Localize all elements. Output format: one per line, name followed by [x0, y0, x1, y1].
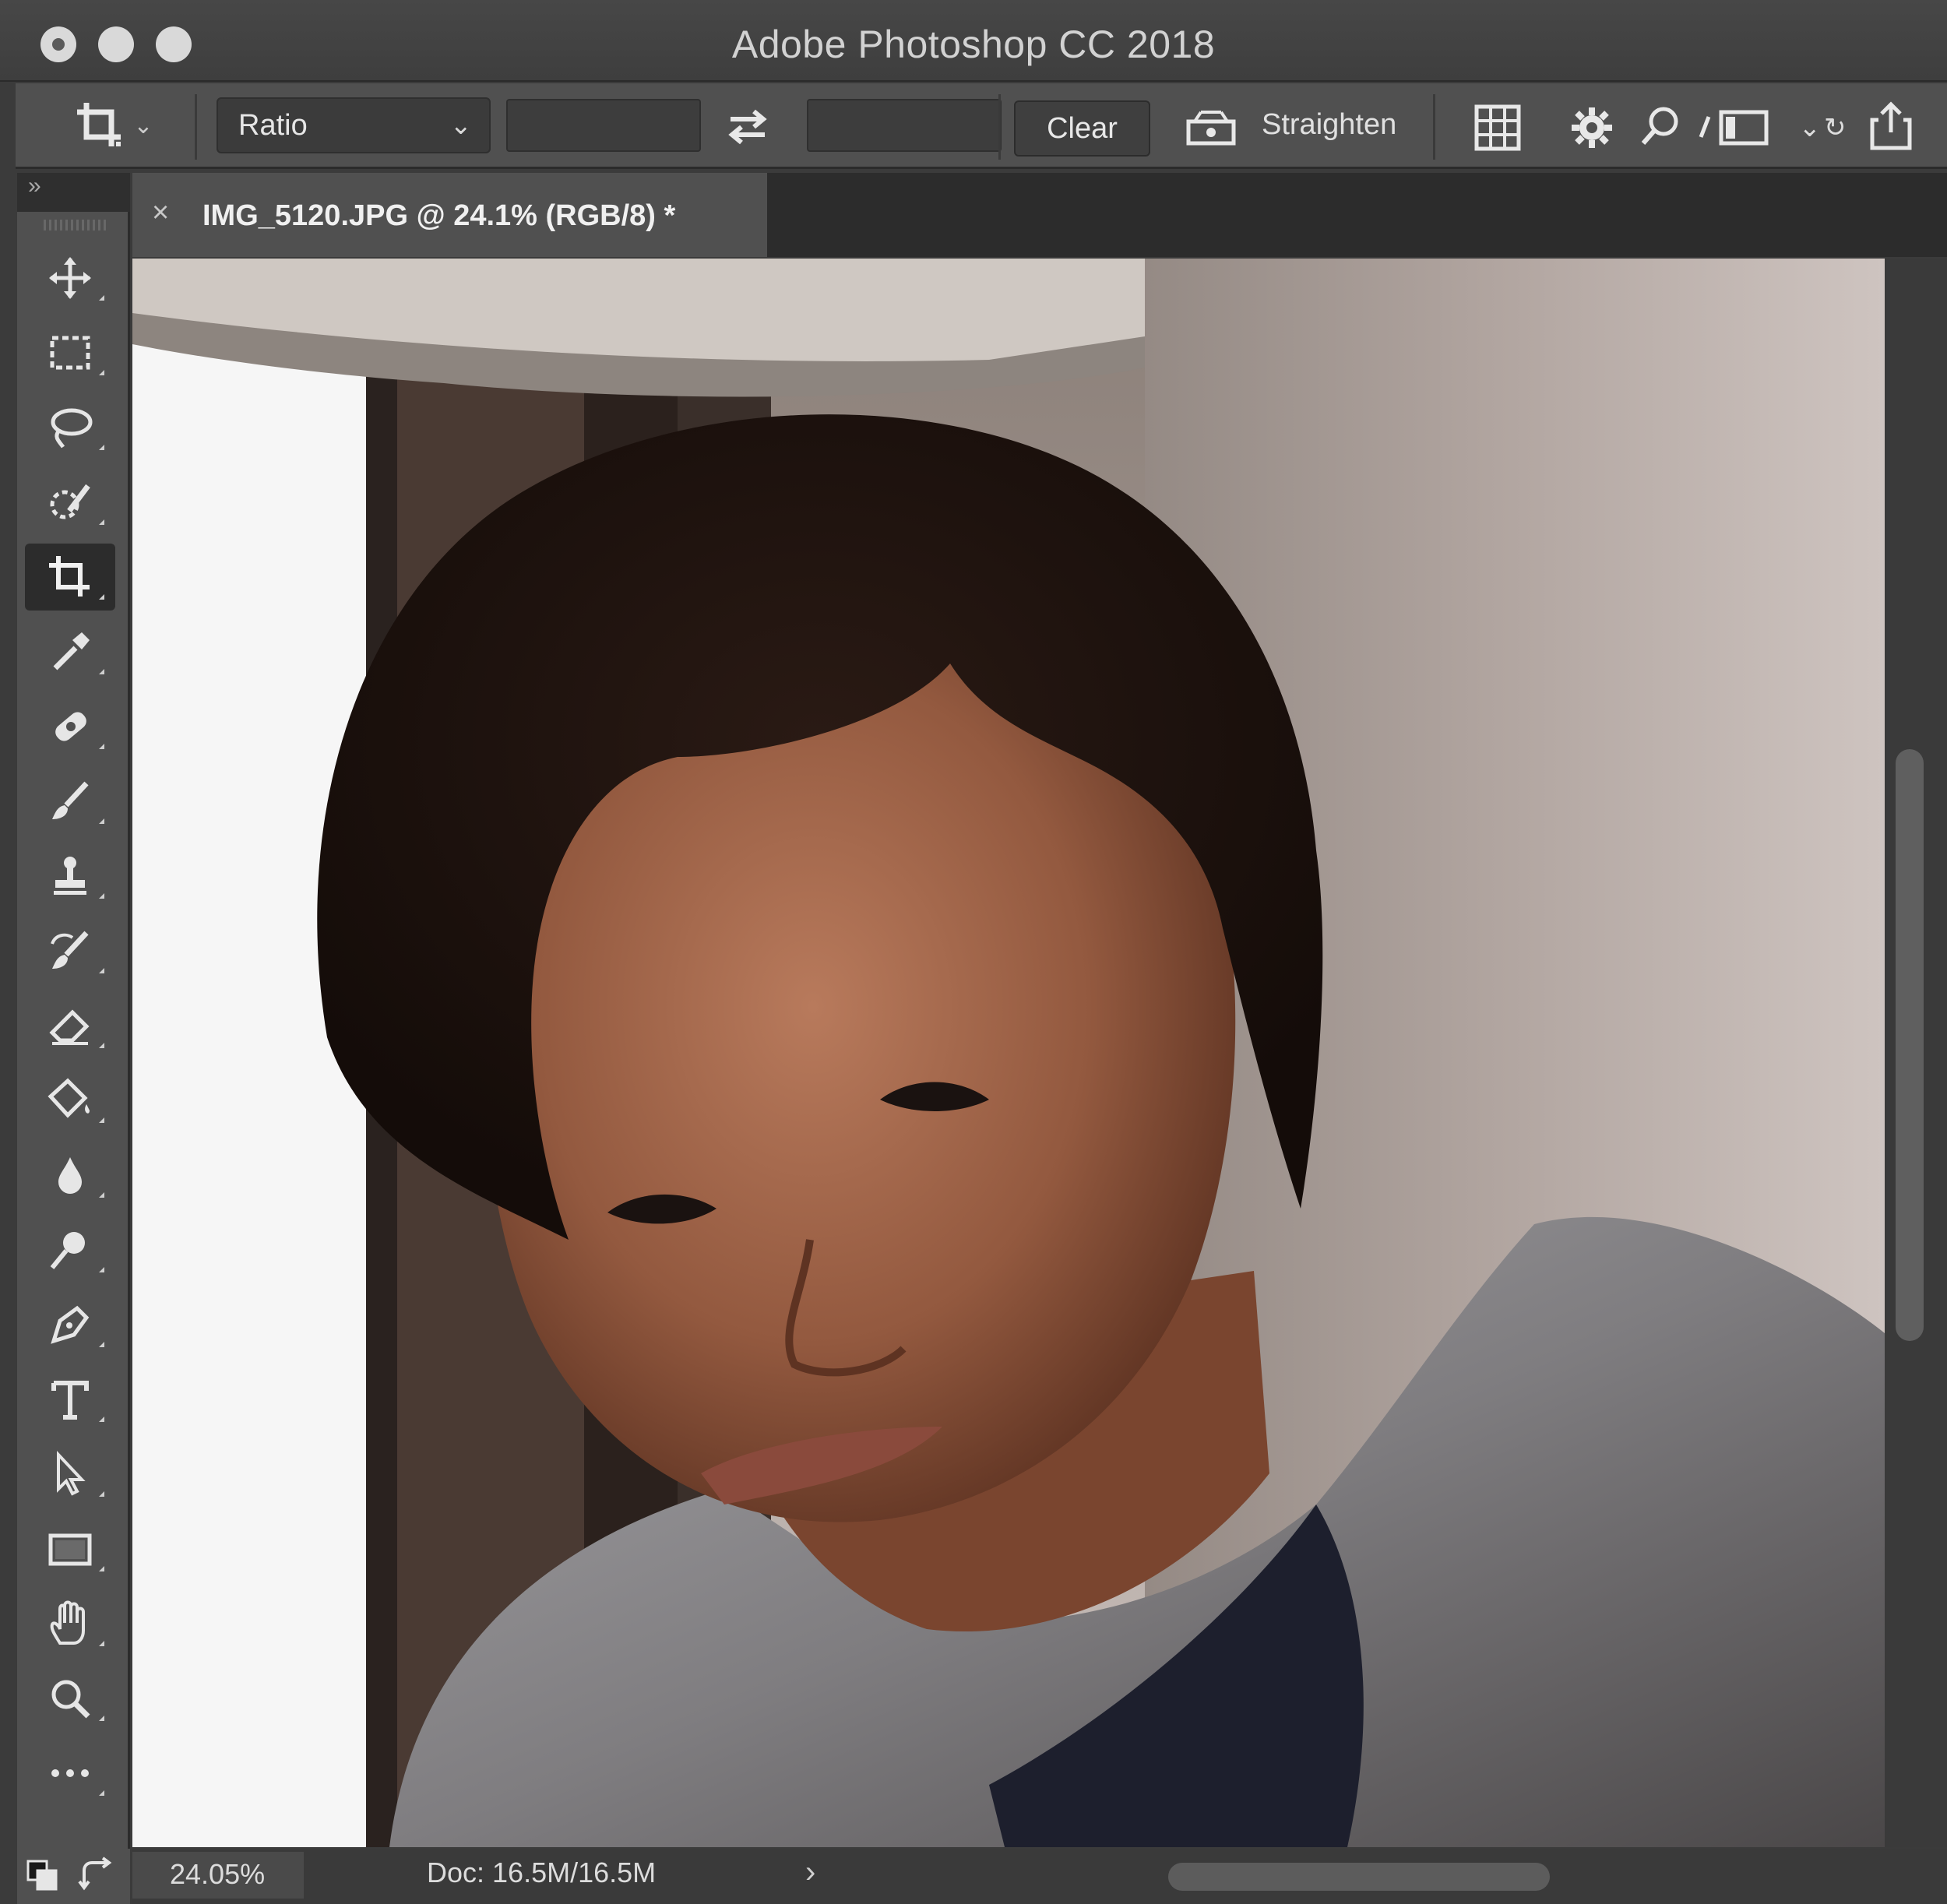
arrow-cursor-icon: [57, 1450, 86, 1496]
stamp-icon: [54, 857, 86, 895]
move-icon: [49, 257, 91, 299]
bandage-icon: [55, 712, 86, 741]
default-colors-icon[interactable]: [25, 1858, 59, 1892]
eraser-tool[interactable]: [25, 992, 115, 1059]
zoom-tool[interactable]: [25, 1665, 115, 1732]
ratio-height-field[interactable]: [807, 99, 1002, 152]
rectangle-icon: [48, 1533, 92, 1566]
dodge-icon: [50, 1232, 85, 1269]
type-tool[interactable]: [25, 1366, 115, 1433]
crop-icon: [77, 103, 121, 146]
paint-bucket-icon: [48, 1078, 90, 1118]
tool-preset-picker[interactable]: ⌄: [62, 94, 164, 157]
divider: [195, 94, 197, 160]
lasso-tool[interactable]: [25, 394, 115, 461]
eyedropper-tool[interactable]: [25, 618, 115, 685]
ratio-width-field[interactable]: [506, 99, 701, 152]
more-tools-button[interactable]: [25, 1740, 115, 1807]
chevron-down-icon: ⌄: [1798, 113, 1822, 143]
zoom-icon: [51, 1680, 90, 1719]
rectangular-marquee-icon: [50, 336, 90, 370]
document-info: Doc: 16.5M/16.5M: [427, 1856, 657, 1888]
swap-arrows-icon: [728, 109, 767, 145]
swap-colors-icon[interactable]: [78, 1856, 115, 1894]
blur-tool[interactable]: [25, 1142, 115, 1209]
pen-tool[interactable]: [25, 1291, 115, 1358]
document-tab-title: IMG_5120.JPG @ 24.1% (RGB/8) *: [202, 199, 676, 232]
straighten-button[interactable]: [1180, 100, 1242, 155]
share-icon: [1870, 101, 1912, 150]
divider: [998, 94, 1001, 160]
level-icon: [1186, 111, 1236, 146]
divider: [1433, 94, 1435, 160]
status-bar: 24.05% Doc: 16.5M/16.5M ›: [132, 1849, 1947, 1904]
title-bar: Adobe Photoshop CC 2018: [0, 0, 1947, 82]
marquee-tool[interactable]: [25, 319, 115, 386]
path-selection-tool[interactable]: [25, 1441, 115, 1508]
pen-icon: [51, 1305, 90, 1344]
history-brush-icon: [51, 931, 89, 969]
vertical-scrollbar[interactable]: [1885, 259, 1947, 1847]
workspace-layout-icon: [1699, 110, 1769, 146]
gear-icon: [1572, 107, 1612, 148]
history-brush-tool[interactable]: [25, 917, 115, 984]
search-icon: [1641, 107, 1678, 145]
photoshop-window: Adobe Photoshop CC 2018 ⌄ Ratio ⌄ Clear …: [0, 0, 1947, 1904]
share-button[interactable]: [1860, 94, 1922, 157]
grid-overlay-icon: [1474, 104, 1521, 151]
drop-icon: [58, 1157, 82, 1194]
hand-tool[interactable]: [25, 1590, 115, 1657]
chevron-down-icon: ⌄: [133, 112, 153, 139]
crop-tool[interactable]: [25, 544, 115, 611]
crop-settings-button[interactable]: [1561, 97, 1623, 158]
search-button[interactable]: [1629, 96, 1692, 157]
healing-brush-tool[interactable]: [25, 693, 115, 760]
swap-ratio-button[interactable]: [713, 99, 783, 153]
paint-bucket-tool[interactable]: [25, 1067, 115, 1134]
window-title: Adobe Photoshop CC 2018: [731, 23, 1216, 66]
workspace-menu-button[interactable]: ⌄ ↻: [1791, 97, 1854, 158]
quick-selection-icon: [50, 484, 90, 519]
zoom-level-field[interactable]: 24.05%: [132, 1852, 304, 1899]
document-tab-bar: × IMG_5120.JPG @ 24.1% (RGB/8) *: [132, 173, 1947, 257]
move-tool[interactable]: [25, 245, 115, 311]
straighten-label[interactable]: Straighten: [1262, 108, 1396, 142]
ratio-select-value: Ratio: [238, 109, 308, 142]
tab-close-icon[interactable]: ×: [152, 196, 169, 230]
vertical-scroll-thumb[interactable]: [1896, 749, 1924, 1341]
document-canvas[interactable]: [132, 259, 1885, 1847]
lasso-icon: [51, 408, 93, 449]
tools-panel: [17, 212, 130, 1904]
clear-button[interactable]: Clear: [1014, 100, 1150, 157]
overlay-options-button[interactable]: [1463, 97, 1533, 158]
dodge-tool[interactable]: [25, 1216, 115, 1283]
eraser-icon: [49, 1009, 90, 1045]
quick-selection-tool[interactable]: [25, 469, 115, 536]
sync-icon: ↻: [1824, 113, 1847, 143]
type-icon: [51, 1381, 89, 1420]
photo: [132, 259, 1885, 1847]
document-tab[interactable]: × IMG_5120.JPG @ 24.1% (RGB/8) *: [132, 173, 767, 257]
ratio-select[interactable]: Ratio ⌄: [217, 97, 491, 153]
status-menu-arrow[interactable]: ›: [805, 1855, 815, 1890]
ellipsis-icon: [51, 1769, 89, 1777]
hand-icon: [50, 1600, 85, 1645]
rectangle-tool[interactable]: [25, 1515, 115, 1582]
brush-tool[interactable]: [25, 768, 115, 835]
options-bar: ⌄ Ratio ⌄ Clear Straighten ⌄ ↻: [16, 83, 1947, 169]
panel-grip[interactable]: [44, 220, 106, 231]
brush-icon: [52, 781, 89, 819]
crop-icon: [49, 556, 90, 597]
eyedropper-icon: [53, 632, 90, 670]
toolbar-collapse-button[interactable]: »: [17, 173, 130, 212]
chevron-down-icon: ⌄: [449, 111, 473, 140]
workspace-switcher[interactable]: [1690, 97, 1783, 158]
color-swatches: [17, 1849, 130, 1904]
clone-stamp-tool[interactable]: [25, 843, 115, 910]
horizontal-scroll-thumb[interactable]: [1168, 1863, 1550, 1891]
